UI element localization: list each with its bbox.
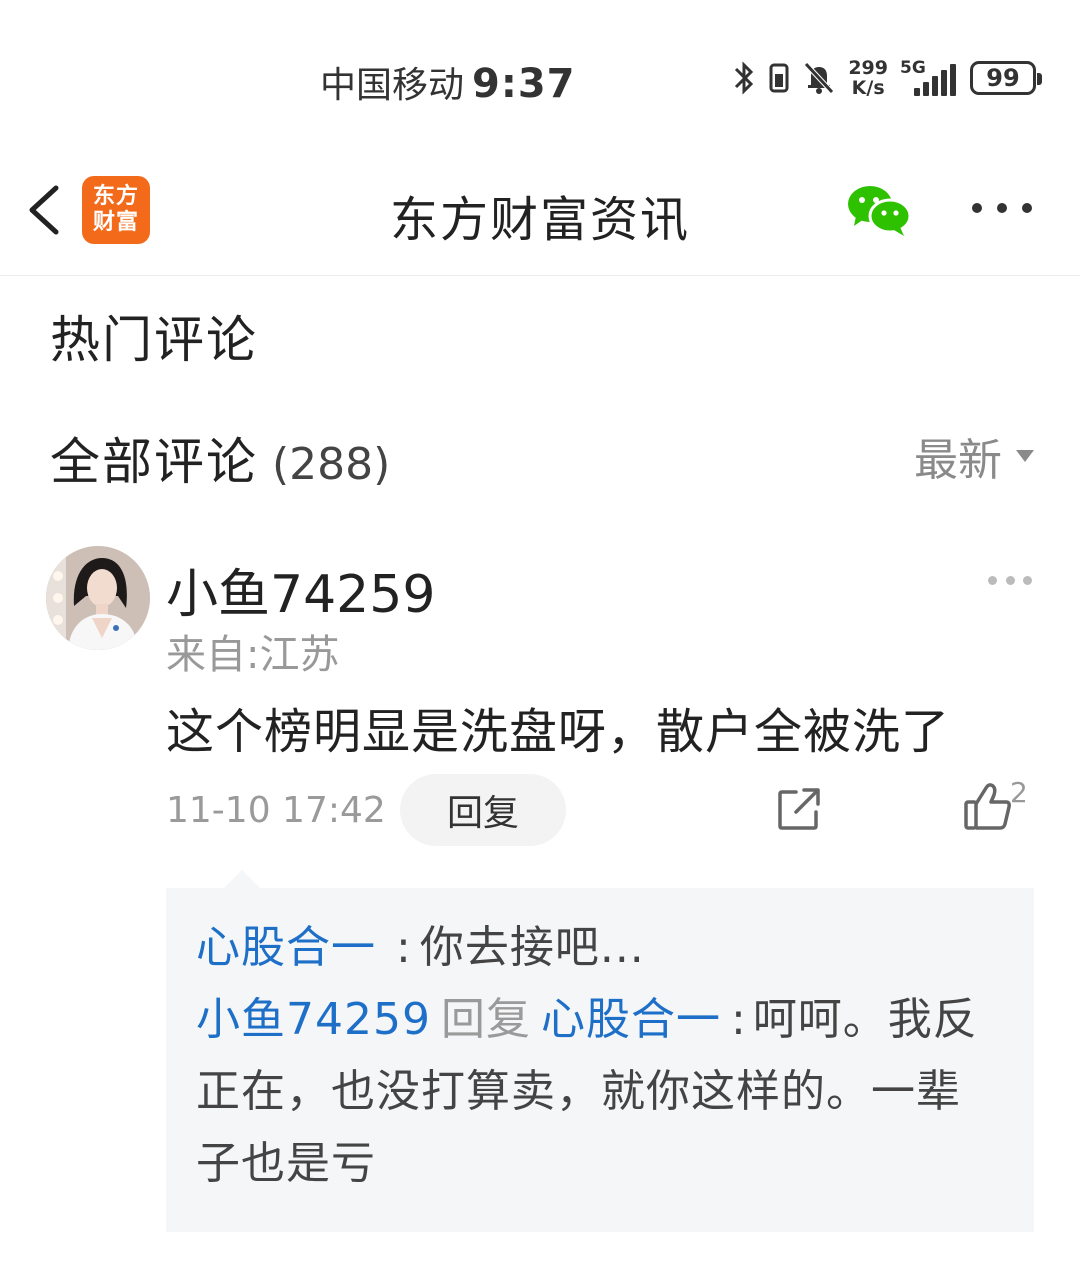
reply-item[interactable]: 心股合一: 你去接吧... bbox=[196, 912, 1004, 984]
battery-icon: 99 bbox=[970, 61, 1042, 95]
comment-username[interactable]: 小鱼74259 bbox=[166, 552, 435, 627]
reply-box-pointer bbox=[224, 870, 260, 888]
nav-bar: 东方 财富 东方财富资讯 bbox=[0, 150, 1080, 276]
reply-author[interactable]: 小鱼74259 bbox=[196, 994, 431, 1045]
reply-separator: : bbox=[396, 922, 412, 973]
bluetooth-icon bbox=[735, 61, 754, 95]
comment-location: 来自:江苏 bbox=[166, 632, 340, 678]
wechat-share-icon[interactable] bbox=[846, 182, 912, 238]
more-options-icon[interactable] bbox=[972, 196, 1032, 220]
reply-word: 回复 bbox=[440, 994, 531, 1045]
net-speed-value: 299 bbox=[848, 57, 888, 79]
avatar-image bbox=[46, 546, 150, 650]
battery-level: 99 bbox=[986, 64, 1020, 92]
page-title: 东方财富资讯 bbox=[389, 192, 690, 248]
sort-dropdown[interactable]: 最新 bbox=[914, 424, 1034, 488]
reply-button[interactable]: 回复 bbox=[400, 774, 566, 846]
status-time: 9:37 bbox=[472, 61, 576, 107]
all-comments-label: 全部评论 bbox=[50, 433, 258, 491]
reply-text: 你去接吧... bbox=[419, 922, 645, 973]
carrier-name: 中国移动 bbox=[320, 65, 465, 106]
like-count: 2 bbox=[1010, 776, 1028, 809]
comment-more-icon[interactable] bbox=[988, 576, 1032, 586]
signal-bars-icon bbox=[914, 64, 956, 96]
status-center: 中国移动 9:37 bbox=[320, 56, 576, 108]
status-bar: 中国移动 9:37 299 K/s 5G 99 bbox=[0, 0, 1080, 150]
all-comments-heading: 全部评论 (288) bbox=[50, 422, 390, 494]
all-comments-count: (288) bbox=[272, 439, 391, 490]
reply-target[interactable]: 心股合一 bbox=[541, 994, 721, 1045]
replies-box[interactable]: 心股合一: 你去接吧... 小鱼74259 回复 心股合一: 呵呵。我反正在，也没打算卖… bbox=[166, 888, 1034, 1232]
status-icons: 299 K/s 5G 99 bbox=[732, 58, 1042, 98]
hot-comments-heading: 热门评论 bbox=[50, 311, 258, 369]
mute-bell-icon bbox=[804, 62, 835, 94]
vibrate-icon bbox=[769, 63, 789, 93]
sort-label: 最新 bbox=[914, 435, 1002, 486]
signal-indicator: 5G bbox=[900, 58, 958, 98]
net-speed-unit: K/s bbox=[851, 77, 885, 99]
comment-text: 这个榜明显是洗盘呀，散户全被洗了 bbox=[166, 704, 951, 760]
reply-author[interactable]: 心股合一 bbox=[196, 922, 376, 973]
net-speed: 299 K/s bbox=[848, 58, 888, 98]
share-icon[interactable] bbox=[776, 786, 822, 832]
caret-down-icon bbox=[1016, 450, 1034, 462]
comment-timestamp: 11-10 17:42 bbox=[166, 790, 386, 831]
avatar[interactable] bbox=[46, 546, 150, 650]
reply-separator: : bbox=[730, 994, 747, 1045]
reply-item[interactable]: 小鱼74259 回复 心股合一: 呵呵。我反正在，也没打算卖，就你这样的。一辈子也是亏 bbox=[196, 984, 1004, 1200]
